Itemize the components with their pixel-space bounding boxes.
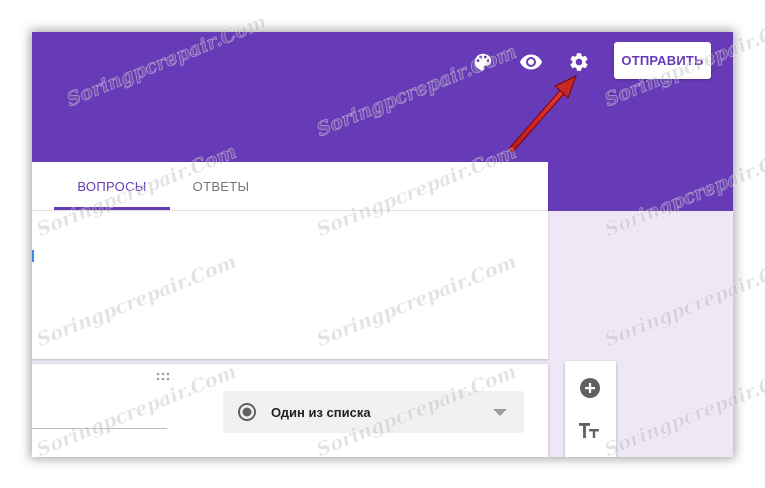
dropdown-arrow-icon <box>493 409 507 416</box>
send-button[interactable]: ОТПРАВИТЬ <box>614 42 711 79</box>
drag-handle-icon[interactable] <box>156 369 172 381</box>
text-cursor <box>32 250 34 262</box>
question-type-label: Один из списка <box>271 404 371 420</box>
question-title-field[interactable] <box>32 428 167 429</box>
tab-responses[interactable]: ОТВЕТЫ <box>180 162 262 210</box>
palette-icon[interactable] <box>471 50 495 74</box>
radio-button-icon <box>237 402 257 422</box>
question-card[interactable]: Один из списка <box>32 364 548 457</box>
add-question-icon[interactable] <box>578 376 602 400</box>
active-tab-indicator <box>54 207 170 210</box>
eye-icon[interactable] <box>519 50 543 74</box>
question-type-select[interactable]: Один из списка <box>223 391 524 433</box>
side-toolbar <box>565 361 616 457</box>
form-editor-window: ОТПРАВИТЬ ВОПРОСЫ ОТВЕТЫ Один из списка <box>32 32 733 457</box>
form-title-card: ВОПРОСЫ ОТВЕТЫ <box>32 162 548 359</box>
add-title-text-icon[interactable] <box>578 419 602 443</box>
tab-bar: ВОПРОСЫ ОТВЕТЫ <box>32 162 548 211</box>
gear-icon[interactable] <box>567 50 591 74</box>
tab-questions[interactable]: ВОПРОСЫ <box>54 162 170 210</box>
